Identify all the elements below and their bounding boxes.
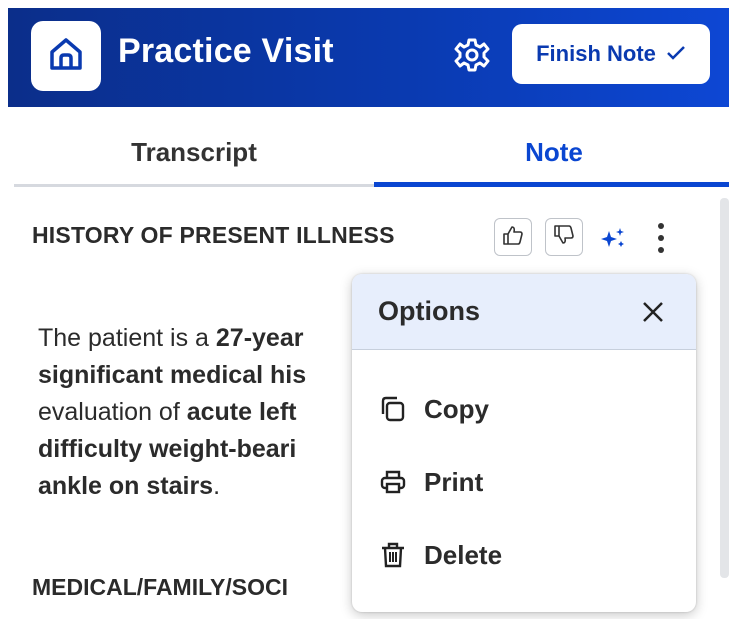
tab-bar: Transcript Note [14,122,729,188]
thumbs-up-button[interactable] [494,218,532,256]
para-seg: . [213,472,221,500]
options-menu-header: Options [352,274,696,350]
thumbs-down-icon [553,224,575,251]
finish-note-label: Finish Note [536,41,656,66]
app-title: Practice Visit [118,32,334,70]
more-options-button[interactable] [650,218,672,258]
menu-item-label: Copy [424,393,489,424]
options-menu-title: Options [378,296,480,326]
para-seg-bold: ankle on stairs [38,472,214,500]
menu-item-copy[interactable]: Copy [378,389,489,429]
menu-item-label: Delete [424,539,503,570]
para-seg-bold: acute left [186,398,297,426]
menu-item-delete[interactable]: Delete [378,535,502,575]
sparkle-icon [598,228,630,258]
gear-icon [454,37,490,78]
thumbs-up-icon [502,224,524,251]
scrollbar[interactable] [720,198,729,578]
options-menu: Options Copy Print Delete [352,274,696,612]
tab-divider [14,184,374,187]
finish-note-button[interactable]: Finish Note [512,24,710,84]
home-icon [46,34,86,79]
kebab-menu-icon [650,223,672,262]
section-title-2: MEDICAL/FAMILY/SOCI [32,574,288,600]
active-tab-indicator [374,182,729,187]
tab-transcript[interactable]: Transcript [14,122,374,182]
tab-note[interactable]: Note [374,122,729,182]
close-button[interactable] [638,297,668,327]
home-button[interactable] [31,21,101,91]
close-icon [643,301,663,322]
section-title: HISTORY OF PRESENT ILLNESS [32,222,395,248]
thumbs-down-button[interactable] [545,218,583,256]
para-seg: The patient is a [38,324,216,352]
para-seg: evaluation of [38,398,187,426]
settings-button[interactable] [451,36,493,78]
menu-item-print[interactable]: Print [378,462,483,502]
para-seg-bold: 27-year [215,324,304,352]
trash-icon [378,540,408,570]
menu-item-label: Print [424,466,484,497]
ai-sparkle-button[interactable] [598,222,630,254]
para-seg-bold: difficulty weight-beari [38,435,297,463]
app-header: Practice Visit Finish Note [8,8,729,107]
copy-icon [378,394,408,424]
check-icon [666,41,686,67]
para-seg-bold: significant medical his [38,361,307,389]
print-icon [378,467,408,497]
